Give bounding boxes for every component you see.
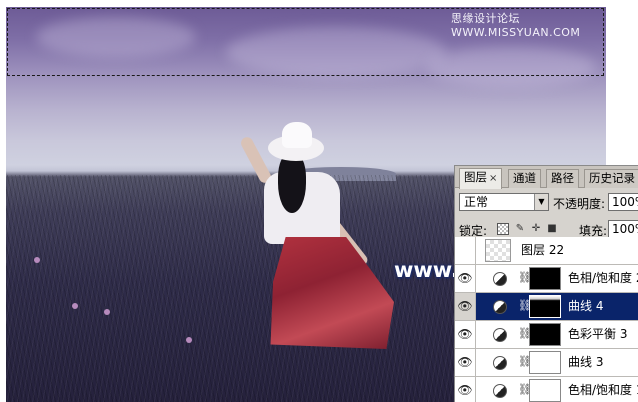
lock-all-icon[interactable]: ■ (546, 223, 558, 235)
lock-paint-icon[interactable]: ✎ (514, 223, 526, 235)
tab-label: 图层 (464, 170, 487, 184)
layer-row[interactable]: 图层 22 (455, 237, 638, 265)
layer-name: 图层 22 (521, 243, 565, 257)
layer-thumbnail (485, 239, 511, 262)
layer-row[interactable]: 👁 ⛓ 曲线 4 (455, 293, 638, 321)
close-icon[interactable]: × (489, 173, 497, 184)
tab-label: 通道 (513, 171, 536, 185)
flower (34, 257, 40, 263)
lock-move-icon[interactable]: ✛ (530, 223, 542, 235)
adjustment-layer-icon (493, 384, 507, 398)
layer-mask-thumbnail[interactable] (529, 351, 561, 374)
visibility-toggle[interactable] (455, 237, 476, 264)
tab-paths[interactable]: 路径 (546, 169, 579, 188)
lock-transparency-icon[interactable] (497, 223, 509, 235)
flower (104, 309, 110, 315)
watermark-top: 思缘设计论坛 WWW.MISSYUAN.COM (451, 12, 581, 39)
eye-icon[interactable]: 👁 (455, 321, 476, 348)
layer-name: 色彩平衡 3 (568, 327, 628, 341)
layer-name: 曲线 3 (568, 355, 604, 369)
eye-icon[interactable]: 👁 (455, 349, 476, 376)
woman-hair (278, 153, 306, 213)
eye-icon[interactable]: 👁 (455, 293, 476, 320)
layer-list: 图层 22 👁 ⛓ 色相/饱和度 2 👁 ⛓ 曲线 4 👁 ⛓ 色彩平衡 3 👁 (455, 237, 638, 402)
adjustment-layer-icon (493, 300, 507, 314)
layer-row[interactable]: 👁 ⛓ 色相/饱和度 1 (455, 377, 638, 402)
tab-label: 路径 (551, 171, 574, 185)
layer-row[interactable]: 👁 ⛓ 色相/饱和度 2 (455, 265, 638, 293)
layer-mask-thumbnail[interactable] (529, 379, 561, 402)
adjustment-layer-icon (493, 328, 507, 342)
opacity-label: 不透明度: (553, 197, 606, 211)
adjustment-layer-icon (493, 272, 507, 286)
fill-input[interactable]: 100% (608, 220, 638, 238)
layer-row[interactable]: 👁 ⛓ 色彩平衡 3 (455, 321, 638, 349)
layer-row[interactable]: 👁 ⛓ 曲线 3 (455, 349, 638, 377)
layer-name: 曲线 4 (568, 299, 604, 313)
layer-mask-thumbnail[interactable] (529, 267, 561, 290)
woman-hat-crown (282, 122, 312, 148)
flower (72, 303, 78, 309)
chevron-down-icon[interactable]: ▼ (534, 194, 548, 210)
layer-mask-thumbnail[interactable] (529, 295, 561, 318)
layers-panel: 图层× 通道 路径 历史记录 正常 ▼ 不透明度: 100% 锁定: ✎ ✛ ■… (454, 165, 638, 402)
blend-row: 正常 ▼ 不透明度: 100% (455, 189, 638, 215)
opacity-input[interactable]: 100% (608, 193, 638, 211)
layer-name: 色相/饱和度 2 (568, 271, 638, 285)
tab-layers[interactable]: 图层 × (459, 168, 503, 189)
layer-name: 色相/饱和度 1 (568, 383, 638, 397)
tab-label: 历史记录 (589, 171, 635, 185)
flower (186, 337, 192, 343)
blend-mode-select[interactable]: 正常 ▼ (459, 193, 549, 211)
tab-channels[interactable]: 通道 (508, 169, 541, 188)
eye-icon[interactable]: 👁 (455, 377, 476, 402)
tab-history[interactable]: 历史记录 (584, 169, 638, 188)
layer-mask-thumbnail[interactable] (529, 323, 561, 346)
blend-mode-value: 正常 (464, 195, 489, 209)
adjustment-layer-icon (493, 356, 507, 370)
eye-icon[interactable]: 👁 (455, 265, 476, 292)
panel-tabs: 图层 × 通道 路径 历史记录 (455, 166, 638, 189)
